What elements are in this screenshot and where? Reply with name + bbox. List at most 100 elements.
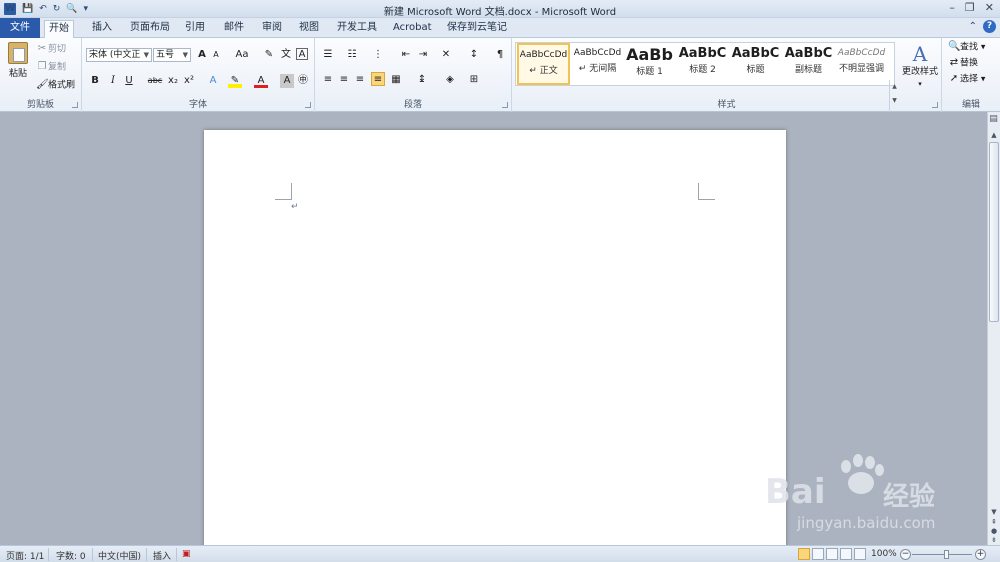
numbering-icon[interactable]: ☷	[345, 48, 359, 62]
change-case-button[interactable]: Aa	[232, 48, 252, 62]
status-separator	[176, 548, 177, 561]
tab-review[interactable]: 审阅	[258, 20, 286, 38]
outline-view-icon[interactable]	[840, 548, 852, 560]
help-icon[interactable]: ?	[983, 20, 996, 33]
scrollbar-thumb[interactable]	[989, 142, 999, 322]
sort-icon[interactable]: ↕	[467, 48, 481, 62]
justify-icon[interactable]: ≡	[371, 72, 385, 86]
change-styles-button[interactable]: A 更改样式 ▾	[900, 42, 940, 90]
character-border-icon[interactable]: A	[296, 48, 308, 60]
tab-save-to-cloud-note[interactable]: 保存到云笔记	[443, 20, 511, 38]
align-left-icon[interactable]: ≡	[321, 73, 335, 87]
font-group-label: 字体	[188, 100, 207, 110]
style-subtitle[interactable]: AaBbC 副标题	[782, 43, 835, 85]
increase-indent-icon[interactable]: ⇥	[416, 48, 430, 62]
style-name: ↵ 正文	[529, 66, 558, 76]
format-painter-button[interactable]: 🖌格式刷	[36, 79, 75, 92]
shrink-font-button[interactable]: A	[209, 48, 223, 62]
paragraph-dialog-launcher[interactable]	[502, 102, 508, 108]
scroll-up-icon[interactable]: ▲	[988, 130, 1000, 141]
text-effects-icon[interactable]: A	[206, 74, 220, 88]
style-heading-2[interactable]: AaBbC 标题 2	[676, 43, 729, 85]
multilevel-list-icon[interactable]: ⋮	[371, 48, 385, 62]
macro-record-icon[interactable]: ▣	[182, 549, 191, 559]
page-count[interactable]: 页面: 1/1	[6, 549, 44, 562]
zoom-slider-thumb[interactable]	[944, 550, 949, 559]
web-layout-icon[interactable]	[826, 548, 838, 560]
underline-button[interactable]: U	[122, 74, 136, 88]
bullets-icon[interactable]: ☰	[321, 48, 335, 62]
character-shading-icon[interactable]: A	[280, 74, 294, 88]
language-status[interactable]: 中文(中国)	[98, 549, 141, 562]
style-title[interactable]: AaBbC 标题	[729, 43, 782, 85]
chevron-down-icon: ▾	[918, 80, 922, 88]
restore-button[interactable]: ❐	[965, 1, 975, 14]
style-name: 副标题	[794, 65, 822, 75]
font-size-combo[interactable]: 五号 ▼	[153, 48, 191, 62]
baidu-watermark: Bai 经验 jingyan.baidu.com	[765, 452, 985, 542]
paste-button[interactable]: 粘贴	[6, 42, 30, 82]
shading-icon[interactable]: ◈	[443, 73, 457, 87]
copy-button[interactable]: ❐ 复制	[36, 61, 67, 74]
tab-file[interactable]: 文件	[0, 18, 40, 38]
clear-formatting-icon[interactable]: ✎	[262, 48, 276, 62]
zoom-out-icon[interactable]: −	[900, 549, 911, 560]
draft-view-icon[interactable]	[854, 548, 866, 560]
bold-button[interactable]: B	[88, 74, 102, 88]
style-heading-1[interactable]: AaBb 标题 1	[623, 43, 676, 85]
show-marks-icon[interactable]: ¶	[493, 48, 507, 62]
zoom-slider-track[interactable]	[912, 554, 972, 555]
close-button[interactable]: ✕	[985, 1, 994, 14]
chevron-down-icon: ▼	[182, 51, 188, 59]
zoom-level[interactable]: 100%	[871, 549, 897, 559]
select-label: 选择	[960, 74, 979, 85]
minimize-button[interactable]: –	[949, 1, 955, 14]
tab-page-layout[interactable]: 页面布局	[126, 20, 174, 38]
print-layout-view-icon[interactable]	[798, 548, 810, 560]
clipboard-dialog-launcher[interactable]	[72, 102, 78, 108]
enclose-characters-icon[interactable]: ㊥	[296, 74, 310, 88]
full-screen-reading-icon[interactable]	[812, 548, 824, 560]
tab-mailings[interactable]: 邮件	[220, 20, 248, 38]
font-name-combo[interactable]: 宋体 (中文正 ▼	[86, 48, 152, 62]
align-right-icon[interactable]: ≡	[353, 73, 367, 87]
tab-developer[interactable]: 开发工具	[333, 20, 381, 38]
borders-icon[interactable]: ⊞	[467, 73, 481, 87]
view-ruler-icon[interactable]: ▤	[988, 114, 999, 126]
italic-button[interactable]: I	[106, 74, 120, 88]
grow-font-button[interactable]: A	[195, 48, 209, 62]
minimize-ribbon-icon[interactable]: ⌃	[969, 21, 977, 32]
vertical-scrollbar[interactable]: ▲ ▼ ⇞ ● ⇟	[987, 112, 1000, 545]
tab-view[interactable]: 视图	[295, 20, 323, 38]
insert-mode-status[interactable]: 插入	[153, 549, 171, 562]
zoom-in-icon[interactable]: +	[975, 549, 986, 560]
find-button[interactable]: 🔍查找 ▾	[948, 41, 985, 54]
select-button[interactable]: ➚ 选择 ▾	[948, 73, 986, 86]
paintbrush-icon: 🖌	[36, 79, 49, 90]
chinese-layout-icon[interactable]: ✕	[439, 48, 453, 62]
tab-references[interactable]: 引用	[181, 20, 209, 38]
highlight-icon[interactable]: ✎	[228, 74, 242, 88]
tab-acrobat[interactable]: Acrobat	[389, 20, 436, 38]
strikethrough-button[interactable]: abc	[146, 74, 164, 88]
font-dialog-launcher[interactable]	[305, 102, 311, 108]
tab-home[interactable]: 开始	[44, 20, 74, 39]
distributed-icon[interactable]: ▦	[389, 73, 403, 87]
decrease-indent-icon[interactable]: ⇤	[399, 48, 413, 62]
subscript-button[interactable]: x₂	[166, 74, 180, 88]
cut-button[interactable]: ✂ 剪切	[36, 43, 66, 56]
font-color-icon[interactable]: A	[254, 74, 268, 88]
phonetic-guide-icon[interactable]: 文	[279, 48, 293, 62]
styles-dialog-launcher[interactable]	[932, 102, 938, 108]
tab-insert[interactable]: 插入	[88, 20, 116, 38]
change-styles-icon: A	[912, 42, 928, 66]
replace-button[interactable]: ⇄ 替换	[948, 57, 978, 70]
align-center-icon[interactable]: ≡	[337, 73, 351, 87]
font-size-value: 五号	[156, 50, 175, 60]
style-no-spacing[interactable]: AaBbCcDd ↵ 无间隔	[571, 43, 624, 85]
word-count[interactable]: 字数: 0	[56, 549, 86, 562]
style-normal[interactable]: AaBbCcDd ↵ 正文	[517, 43, 570, 85]
style-subtle-emphasis[interactable]: AaBbCcDd 不明显强调	[835, 43, 888, 85]
superscript-button[interactable]: x²	[182, 74, 196, 88]
line-spacing-icon[interactable]: ↨	[415, 73, 429, 87]
